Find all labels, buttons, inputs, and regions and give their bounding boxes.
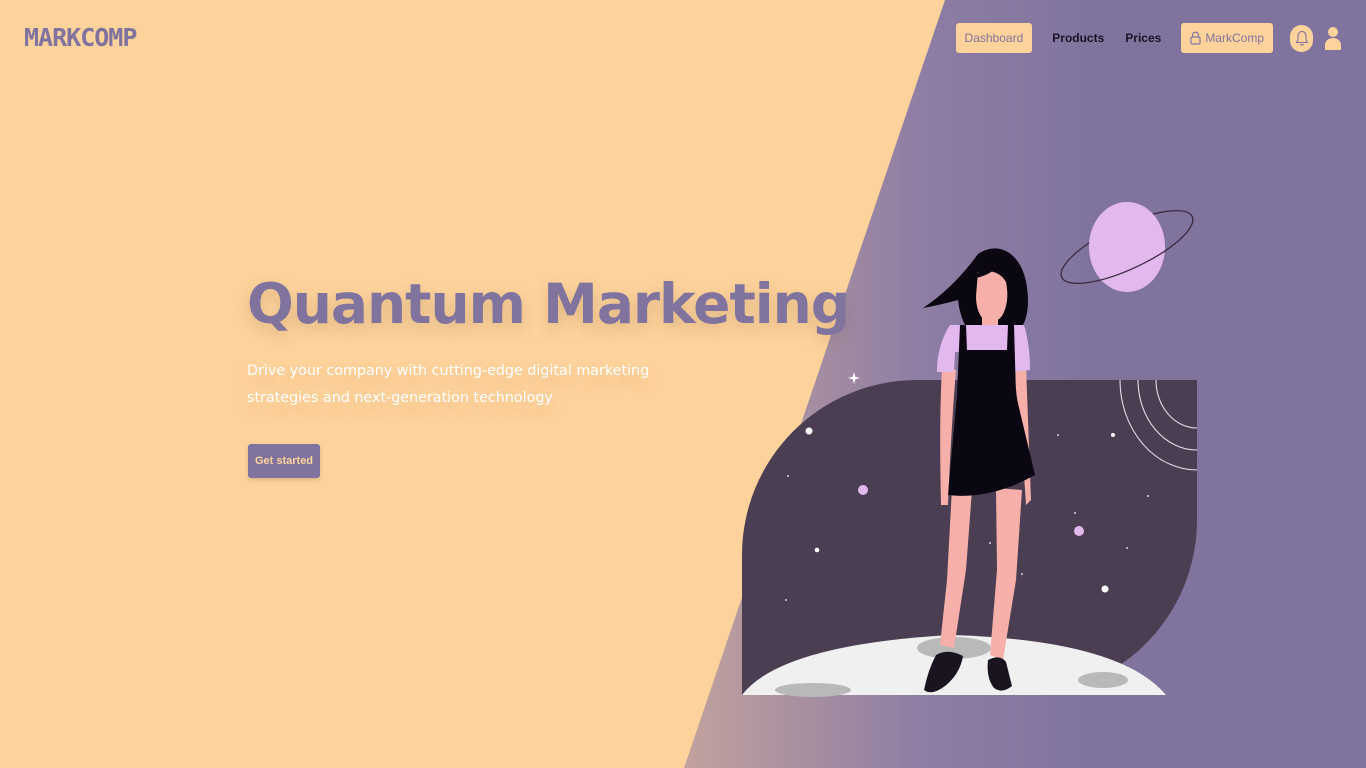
nav-account-button[interactable]: MarkComp (1181, 23, 1273, 53)
nav-prices-link[interactable]: Prices (1125, 23, 1161, 53)
nav-products-link[interactable]: Products (1052, 23, 1104, 53)
notifications-button[interactable] (1290, 24, 1313, 52)
get-started-button[interactable]: Get started (248, 444, 320, 478)
hero-illustration (742, 202, 1198, 697)
lock-icon (1190, 31, 1201, 45)
user-icon[interactable] (1324, 26, 1342, 50)
nav-account-label: MarkComp (1205, 31, 1264, 45)
top-nav: Dashboard Products Prices MarkComp (955, 23, 1342, 53)
bell-icon (1295, 30, 1309, 47)
hero-subtitle: Drive your company with cutting-edge dig… (247, 363, 650, 406)
sparkle-star (848, 372, 860, 384)
nav-dashboard-button[interactable]: Dashboard (955, 23, 1033, 53)
brand-logo[interactable]: MARKCOMP (24, 20, 137, 56)
ringed-planet (1060, 202, 1194, 292)
